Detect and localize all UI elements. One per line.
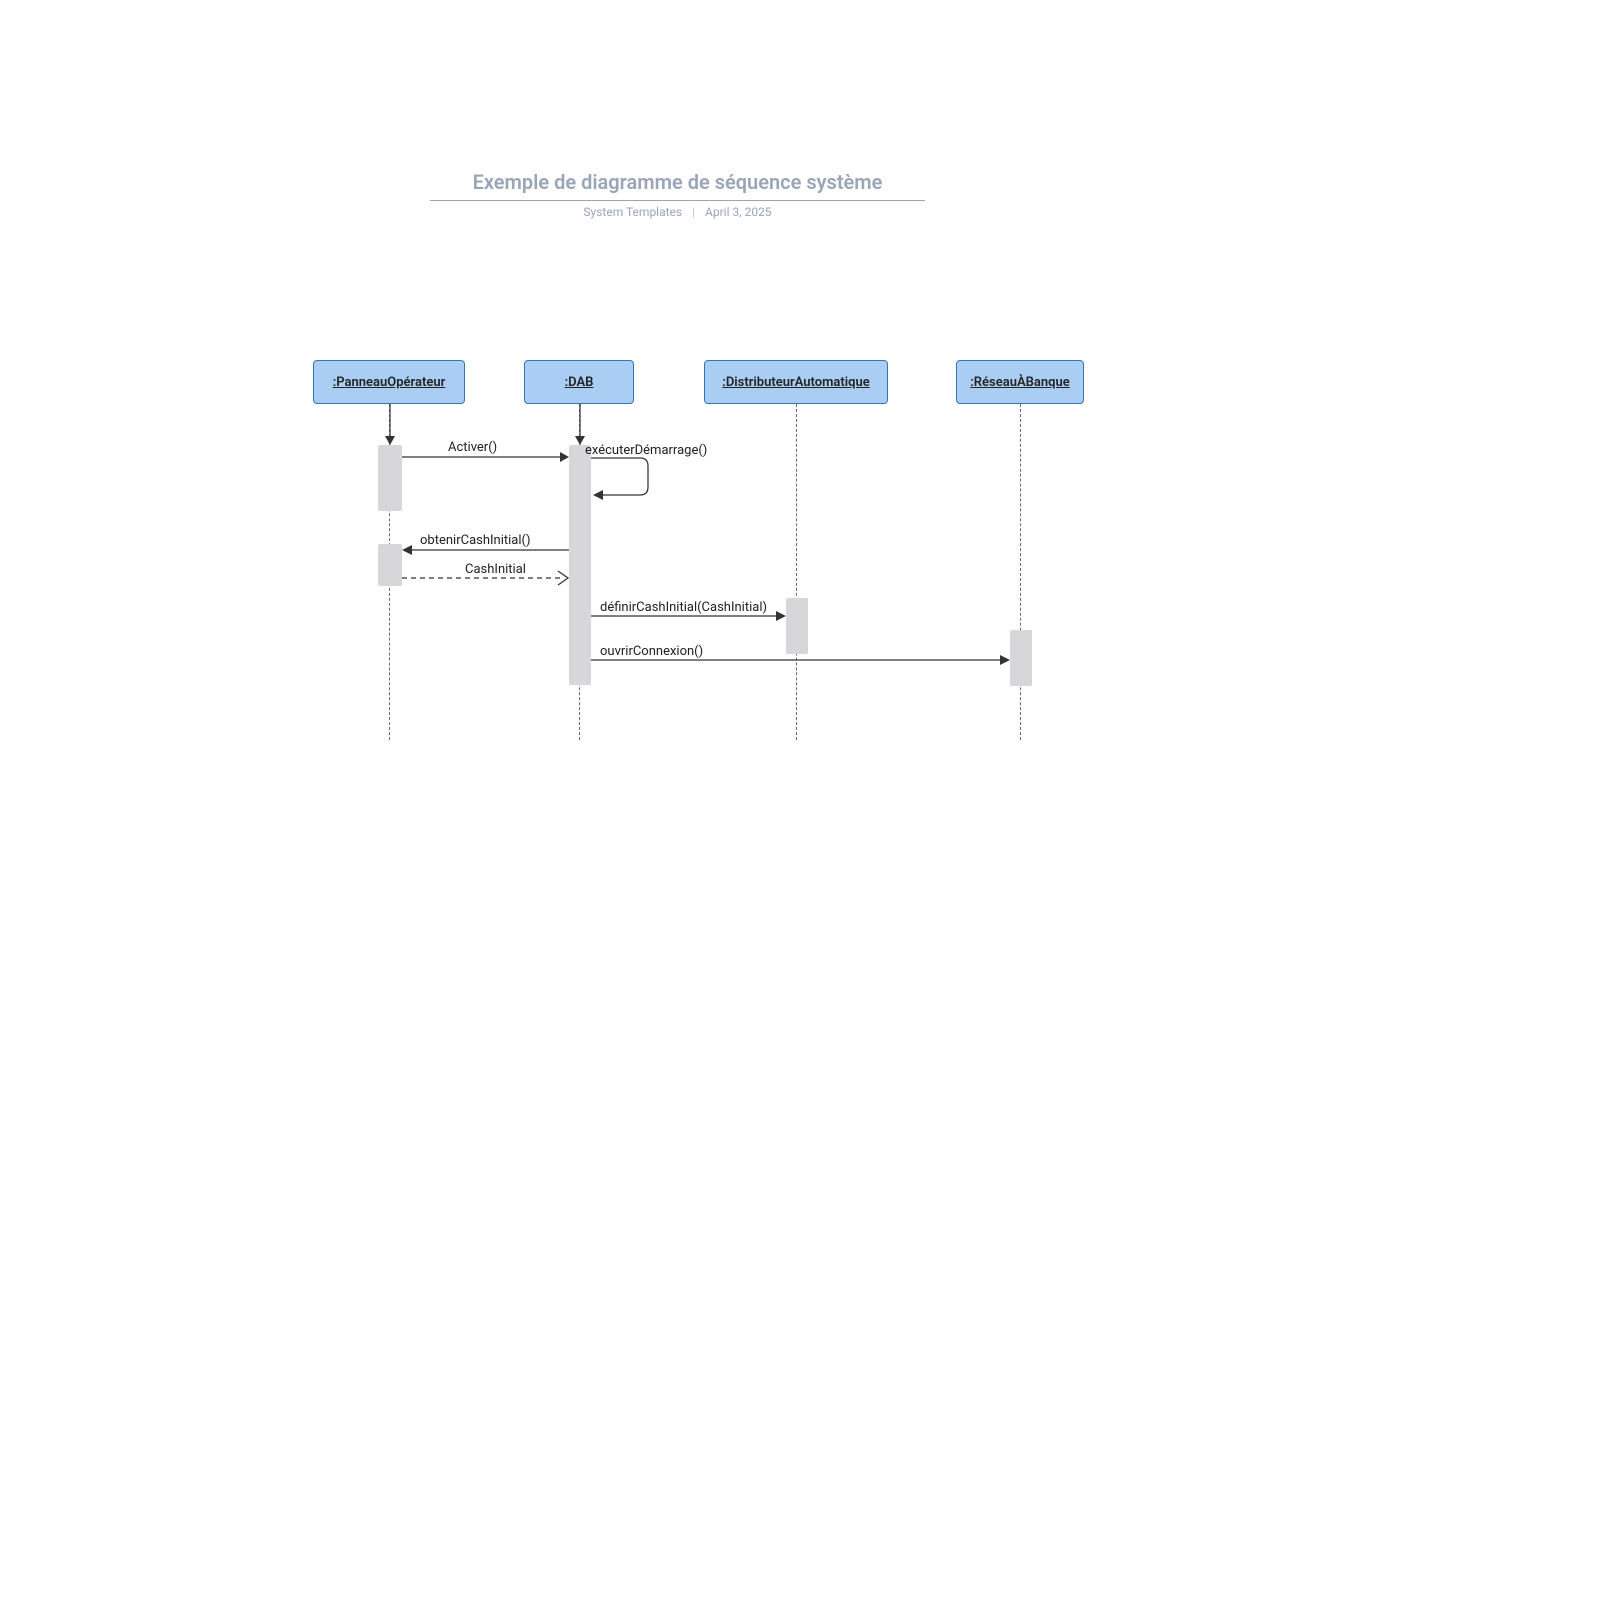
diagram-subheader: System Templates | April 3, 2025 <box>430 205 925 219</box>
subtitle-author: System Templates <box>583 205 682 219</box>
subtitle-separator: | <box>692 205 695 219</box>
msg-return-initial-cash: CashInitial <box>465 562 526 577</box>
msg-execute-startup: exécuterDémarrage() <box>585 443 707 458</box>
diagram-arrows <box>0 360 1600 760</box>
msg-activate: Activer() <box>448 440 497 455</box>
msg-open-connection: ouvrirConnexion() <box>600 644 703 659</box>
diagram-title: Exemple de diagramme de séquence système <box>430 170 925 201</box>
diagram-header: Exemple de diagramme de séquence système… <box>430 170 925 219</box>
subtitle-date: April 3, 2025 <box>705 205 772 219</box>
msg-get-initial-cash: obtenirCashInitial() <box>420 533 531 548</box>
sequence-diagram: :PanneauOpérateur :DAB :DistributeurAuto… <box>0 360 1600 760</box>
msg-set-initial-cash: définirCashInitial(CashInitial) <box>600 600 767 615</box>
